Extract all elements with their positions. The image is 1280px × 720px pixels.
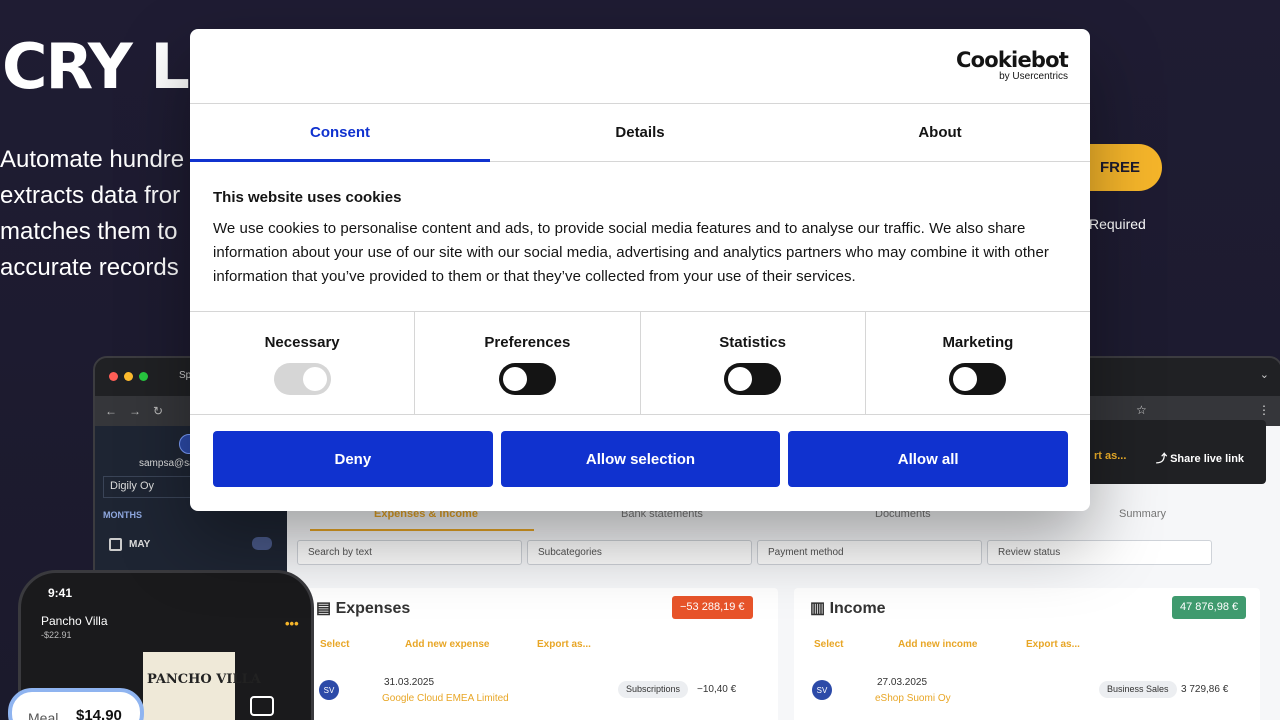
allow-selection-button[interactable]: Allow selection [500, 431, 781, 487]
tab-consent[interactable]: Consent [190, 104, 490, 161]
toggle-knob [953, 367, 978, 391]
dialog-header: Cookiebot by Usercentrics [190, 29, 1090, 104]
select-expenses-button[interactable]: Select [320, 639, 349, 650]
reload-icon: ↻ [153, 404, 164, 418]
user-email: sampsa@sa [139, 458, 195, 469]
toggle-knob [728, 367, 753, 391]
more-icon[interactable]: ••• [285, 616, 299, 631]
export-income-button[interactable]: Export as... [1026, 639, 1080, 650]
month-item-may[interactable]: MAY [129, 539, 150, 550]
meal-value: $14.90 [76, 707, 122, 720]
phone-clock: 9:41 [48, 586, 73, 600]
hero-title: CRY LI [2, 30, 211, 103]
toggle-knob [502, 367, 527, 391]
avatar: SV [319, 680, 339, 700]
phone-merchant: Pancho Villa [41, 614, 108, 628]
toggle-label: Statistics [719, 334, 786, 351]
meal-label: Meal [28, 710, 59, 720]
payment-method-select[interactable]: Payment method [757, 540, 982, 565]
document-icon: ▥ [810, 600, 830, 617]
maximize-dot-icon [139, 372, 148, 381]
active-tab-underline [190, 159, 490, 162]
marketing-toggle[interactable] [949, 363, 1007, 395]
review-status-select[interactable]: Review status [987, 540, 1212, 565]
preferences-toggle[interactable] [498, 363, 556, 395]
income-title: ▥ Income [810, 598, 886, 618]
necessary-toggle [273, 363, 331, 395]
expense-value: −10,40 € [697, 684, 737, 695]
months-heading: MONTHS [103, 510, 142, 520]
forward-icon: → [129, 404, 141, 418]
statistics-toggle[interactable] [724, 363, 782, 395]
dialog-text: We use cookies to personalise content an… [213, 220, 1049, 285]
expenses-title: ▤ Expenses [316, 598, 410, 618]
hero-line: Automate hundre [0, 146, 185, 173]
add-new-income-button[interactable]: Add new income [898, 639, 977, 650]
expense-name[interactable]: Google Cloud EMEA Limited [382, 693, 509, 704]
count-badge [252, 537, 272, 550]
dialog-heading: This website uses cookies [213, 189, 402, 206]
tab-summary[interactable]: Summary [1119, 508, 1166, 520]
expenses-title-text: Expenses [335, 600, 411, 617]
allow-all-button[interactable]: Allow all [788, 431, 1069, 487]
logo-main: Cookiebot [956, 48, 1069, 72]
expense-category-tag: Subscriptions [618, 681, 689, 698]
income-category-tag: Business Sales [1099, 681, 1177, 698]
select-income-button[interactable]: Select [814, 639, 843, 650]
avatar: SV [812, 680, 832, 700]
menu-dots-icon: ⋮ [1258, 403, 1270, 417]
share-icon: ⤴ [1156, 453, 1171, 465]
minimize-dot-icon [124, 372, 133, 381]
tab-about[interactable]: About [790, 104, 1090, 161]
toggle-cell-marketing: Marketing [866, 312, 1090, 414]
toggle-knob [302, 367, 327, 391]
expense-date: 31.03.2025 [384, 677, 435, 688]
share-label: Share live link [1170, 453, 1245, 465]
search-input[interactable]: Search by text [297, 540, 522, 565]
toggle-label: Marketing [942, 334, 1014, 351]
hero-subtitle: Automate hundre extracts data fror match… [0, 142, 200, 286]
tab-details[interactable]: Details [490, 104, 790, 161]
back-icon: ← [105, 404, 117, 418]
close-dot-icon [109, 372, 118, 381]
subcategories-select[interactable]: Subcategories [527, 540, 752, 565]
hero-line: extracts data fror [0, 182, 181, 209]
income-date: 27.03.2025 [877, 677, 928, 688]
phone-merchant-amount: -$22.91 [41, 630, 72, 640]
export-expenses-button[interactable]: Export as... [537, 639, 591, 650]
export-button[interactable]: rt as... [1094, 450, 1126, 462]
cta-label: FREE [1099, 159, 1140, 176]
calendar-icon [109, 538, 122, 551]
add-new-expense-button[interactable]: Add new expense [405, 639, 489, 650]
active-tab-underline [310, 529, 534, 531]
cookiebot-logo: Cookiebot by Usercentrics [956, 48, 1069, 83]
share-live-link-button[interactable]: ⤴ Share live link [1156, 450, 1244, 466]
star-icon: ☆ [1136, 403, 1147, 417]
dialog-tabs: Consent Details About [190, 104, 1090, 162]
dialog-buttons: Deny Allow selection Allow all [190, 415, 1090, 487]
dialog-body: This website uses cookies We use cookies… [190, 162, 1090, 312]
hero-line: accurate records [0, 254, 179, 281]
logo-sub: by Usercentrics [999, 71, 1068, 82]
cookie-consent-dialog: Cookiebot by Usercentrics Consent Detail… [190, 29, 1090, 511]
income-name[interactable]: eShop Suomi Oy [875, 693, 951, 704]
toggle-label: Preferences [484, 334, 571, 351]
chevron-down-icon: ⌄ [1259, 369, 1269, 381]
consent-toggles: Necessary Preferences Statistics Marketi… [190, 312, 1090, 415]
deny-button[interactable]: Deny [213, 431, 493, 487]
toggle-label: Necessary [264, 334, 340, 351]
income-title-text: Income [829, 600, 886, 617]
toggle-cell-preferences: Preferences [415, 312, 641, 414]
receipt-title: PANCHO VILLA [147, 672, 261, 687]
cta-note: Required [1089, 216, 1146, 232]
income-total-badge: 47 876,98 € [1172, 596, 1247, 619]
income-value: 3 729,86 € [1181, 684, 1229, 695]
expenses-total-badge: −53 288,19 € [672, 596, 753, 619]
list-icon: ▤ [316, 600, 336, 617]
hero-line: matches them to [0, 218, 178, 245]
camera-icon[interactable] [250, 696, 274, 716]
toggle-cell-necessary: Necessary [190, 312, 416, 414]
toggle-cell-statistics: Statistics [641, 312, 866, 414]
